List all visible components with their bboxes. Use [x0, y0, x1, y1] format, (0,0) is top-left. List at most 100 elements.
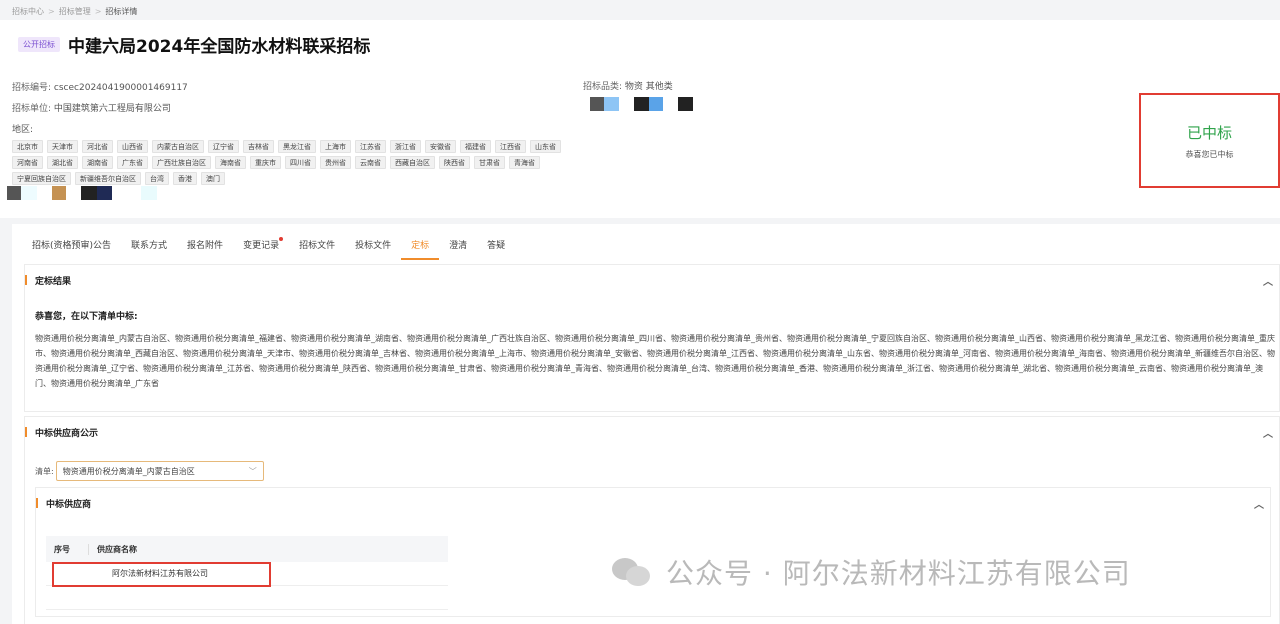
redacted-block	[81, 186, 97, 200]
tab-clarification[interactable]: 澄清	[439, 234, 477, 260]
region-tag: 内蒙古自治区	[152, 140, 204, 153]
breadcrumb-item-manage[interactable]: 招标管理	[59, 6, 91, 17]
region-tag: 青海省	[509, 156, 540, 169]
tab-change-log-label: 变更记录	[243, 241, 280, 251]
award-status: 已中标	[1186, 123, 1232, 142]
region-tag: 天津市	[47, 140, 78, 153]
col-header-name: 供应商名称	[88, 543, 137, 555]
category-value: 物资 其他类	[624, 82, 673, 92]
watermark-text: 公众号 · 阿尔法新材料江苏有限公司	[666, 557, 1131, 590]
tab-change-log[interactable]: 变更记录	[233, 234, 289, 260]
page-title: 中建六局2024年全国防水材料联采招标	[68, 37, 371, 57]
region-tag: 新疆维吾尔自治区	[75, 172, 141, 185]
tender-unit: 招标单位: 中国建筑第六工程局有限公司	[12, 101, 171, 114]
region-tag: 广西壮族自治区	[152, 156, 211, 169]
category-label: 招标品类:	[583, 82, 623, 92]
region-tag: 湖南省	[82, 156, 113, 169]
tender-unit-value: 中国建筑第六工程局有限公司	[53, 104, 171, 114]
region-tag: 上海市	[320, 140, 351, 153]
award-result-header[interactable]: 定标结果 ︿	[25, 265, 1279, 295]
region-tag: 湖北省	[47, 156, 78, 169]
tender-header-card: 公开招标 中建六局2024年全国防水材料联采招标 招标编号: cscec2024…	[0, 20, 1280, 218]
region-tag: 香港	[173, 172, 197, 185]
bid-number-label: 招标编号:	[12, 83, 52, 93]
title-row: 公开招标 中建六局2024年全国防水材料联采招标	[18, 32, 370, 57]
breadcrumb: 招标中心 > 招标管理 > 招标详情	[12, 4, 137, 18]
region-label: 地区:	[12, 125, 34, 135]
chevron-up-icon[interactable]: ︿	[1263, 273, 1273, 288]
awarded-list-text: 物资通用价税分离清单_内蒙古自治区、物资通用价税分离清单_福建省、物资通用价税分…	[35, 334, 1275, 388]
award-status-message: 恭喜您已中标	[1185, 149, 1234, 159]
redacted-block	[7, 186, 21, 200]
redacted-block	[21, 186, 37, 200]
tab-award[interactable]: 定标	[401, 234, 440, 260]
region-tag: 江苏省	[355, 140, 386, 153]
tab-bar: 招标(资格预审)公告 联系方式 报名附件 变更记录 招标文件 投标文件 定标 澄…	[22, 234, 515, 260]
redacted-block	[52, 186, 66, 200]
region-tag: 宁夏回族自治区	[12, 172, 71, 185]
tab-bid-files[interactable]: 投标文件	[345, 234, 401, 260]
notification-dot-icon	[279, 237, 284, 241]
wechat-watermark: 公众号 · 阿尔法新材料江苏有限公司	[610, 552, 1131, 592]
supplier-highlight-box	[52, 562, 271, 587]
winning-supplier-section: 中标供应商公示 ︿ 清单: 物资通用价税分离清单_内蒙古自治区 ﹀ 中标供应商 …	[24, 416, 1280, 624]
region-tag-list: 北京市 天津市 河北省 山西省 内蒙古自治区 辽宁省 吉林省 黑龙江省 上海市 江苏省 浙江省 安徽省…	[12, 140, 572, 185]
tender-type-badge: 公开招标	[18, 37, 60, 52]
region-tag: 陕西省	[439, 156, 470, 169]
breadcrumb-item-detail: 招标详情	[105, 6, 138, 16]
list-select[interactable]: 物资通用价税分离清单_内蒙古自治区 ﹀	[55, 461, 264, 481]
region-tag: 福建省	[460, 140, 491, 153]
redacted-block	[634, 97, 649, 111]
region-tag: 西藏自治区	[390, 156, 435, 169]
region-tag: 河南省	[12, 156, 43, 169]
wechat-icon	[610, 552, 654, 592]
award-result-title: 定标结果	[35, 276, 72, 287]
bid-number-value: cscec2024041900001469117	[53, 83, 188, 93]
category: 招标品类: 物资 其他类	[583, 79, 673, 92]
winning-supplier-header[interactable]: 中标供应商公示 ︿	[25, 417, 1279, 447]
region-tag: 黑龙江省	[278, 140, 316, 153]
breadcrumb-separator-icon: >	[94, 6, 102, 16]
region-tag: 吉林省	[243, 140, 274, 153]
tab-announcement[interactable]: 招标(资格预审)公告	[22, 234, 121, 260]
region-tag: 海南省	[215, 156, 246, 169]
region-tag: 甘肃省	[474, 156, 505, 169]
winning-supplier-title: 中标供应商公示	[35, 428, 99, 439]
region-tag: 贵州省	[320, 156, 351, 169]
region-tag: 浙江省	[390, 140, 421, 153]
table-row	[46, 586, 448, 610]
chevron-down-icon: ﹀	[248, 466, 257, 476]
tab-attachments[interactable]: 报名附件	[177, 234, 233, 260]
breadcrumb-item-center[interactable]: 招标中心	[12, 6, 44, 17]
region-tag: 河北省	[82, 140, 113, 153]
tab-contact[interactable]: 联系方式	[121, 234, 177, 260]
region-tag: 四川省	[285, 156, 316, 169]
redacted-block	[590, 97, 604, 111]
list-select-value: 物资通用价税分离清单_内蒙古自治区	[62, 466, 195, 476]
region-tag: 辽宁省	[208, 140, 239, 153]
col-header-no: 序号	[54, 544, 70, 554]
redacted-block	[649, 97, 663, 111]
region-tag: 安徽省	[425, 140, 456, 153]
redacted-block	[141, 186, 157, 200]
chevron-up-icon[interactable]: ︿	[1254, 496, 1264, 511]
redacted-block	[97, 186, 112, 200]
region-tag: 澳门	[201, 172, 225, 185]
list-filter: 清单: 物资通用价税分离清单_内蒙古自治区 ﹀	[35, 461, 264, 481]
region-tag: 云南省	[355, 156, 386, 169]
region-tag: 台湾	[145, 172, 169, 185]
award-status-box: 已中标 恭喜您已中标	[1139, 93, 1280, 188]
region-tag: 北京市	[12, 140, 43, 153]
tab-qa[interactable]: 答疑	[477, 234, 515, 260]
region-tag: 山东省	[530, 140, 561, 153]
award-result-section: 定标结果 ︿ 恭喜您，在以下清单中标: 物资通用价税分离清单_内蒙古自治区、物资…	[24, 264, 1280, 412]
supplier-subsection-title: 中标供应商	[46, 499, 92, 510]
region-tag: 山西省	[117, 140, 148, 153]
list-filter-label: 清单:	[35, 466, 54, 476]
region-tag: 江西省	[495, 140, 526, 153]
supplier-subsection-header[interactable]: 中标供应商 ︿	[36, 488, 1270, 518]
redacted-block	[678, 97, 693, 111]
tab-tender-files[interactable]: 招标文件	[289, 234, 345, 260]
chevron-up-icon[interactable]: ︿	[1263, 425, 1273, 440]
region-tag: 广东省	[117, 156, 148, 169]
